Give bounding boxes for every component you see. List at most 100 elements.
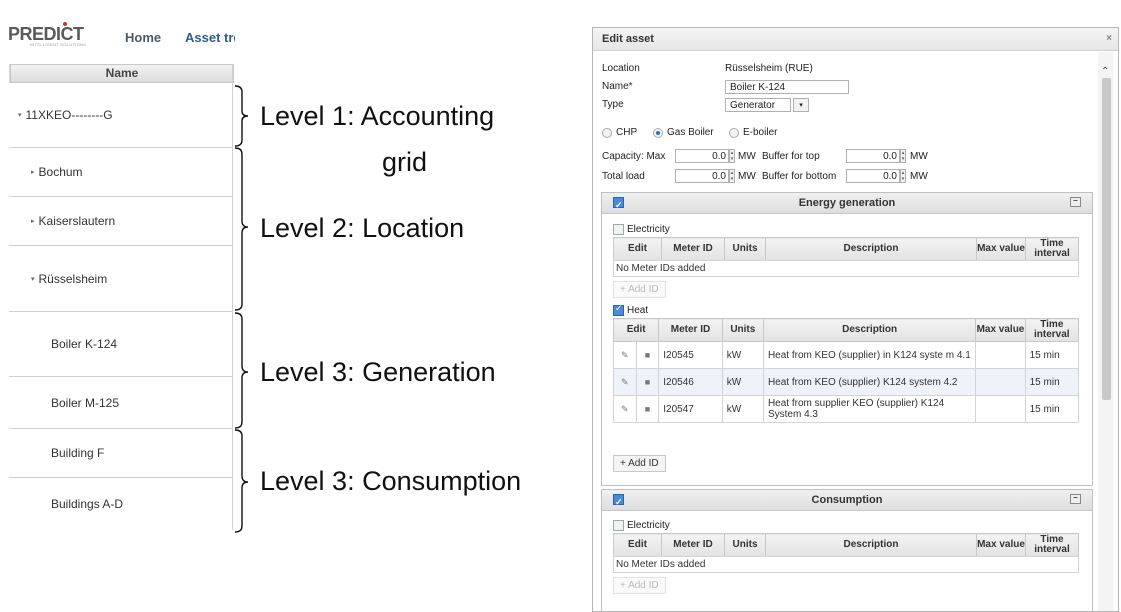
type-label: Type [602,99,624,110]
edit-pencil-icon[interactable]: ✎ [613,368,637,396]
nav-home-link[interactable]: Home [125,30,161,45]
dialog-title-bar: Edit asset × [593,28,1118,51]
cell-units: kW [721,341,764,369]
tree-row-bochum[interactable]: ▸ Bochum [9,148,233,197]
energy-generation-section: Energy generation – Electricity Edit Met… [601,192,1093,486]
con-electricity-add-button[interactable]: + Add ID [613,577,666,594]
gen-heat-add-button[interactable]: + Add ID [613,455,666,472]
tree-row-accounting-grid[interactable]: ▾ 11XKEO--------G [9,82,233,148]
gen-heat-checkbox[interactable] [613,303,624,316]
table-row[interactable]: ✎ ■ I20546 kW Heat from KEO (supplier) K… [613,368,1080,396]
dialog-title: Edit asset [602,33,654,45]
capacity-spinner[interactable]: ▴ ▾ [729,149,735,163]
col-units: Units [721,318,764,342]
cell-description: Heat from KEO (supplier) K124 system 4.2 [762,368,977,396]
col-description: Description [762,318,977,342]
total-load-unit: MW [738,171,756,182]
tree-row-label: Rüsselsheim [38,271,108,286]
collapse-icon[interactable]: – [1070,494,1081,504]
logo-text: PREDICT [8,24,84,44]
capacity-max-input[interactable]: 0.0 [675,149,729,163]
collapsed-arrow-icon[interactable]: ▸ [31,168,35,176]
col-max-value: Max value [976,237,1026,261]
tree-row-kaiserslautern[interactable]: ▸ Kaiserslautern [9,197,233,246]
capacity-label: Capacity: Max [602,151,666,162]
col-max-value: Max value [976,533,1026,557]
col-meter-id: Meter ID [658,318,723,342]
cell-max-value [975,341,1026,369]
total-load-label: Total load [602,171,645,182]
name-input[interactable]: Boiler K-124 [725,80,849,94]
cell-meter-id: I20545 [658,341,723,369]
delete-trash-icon[interactable]: ■ [635,395,660,423]
brace-level3-generation [234,312,249,429]
expanded-arrow-icon[interactable]: ▾ [18,111,22,119]
tree-row-boiler-k124[interactable]: Boiler K-124 [9,312,233,377]
asset-tree: Name [9,64,234,83]
type-select[interactable]: Generator [725,98,791,112]
annotation-level3-consumption: Level 3: Consumption [260,466,522,496]
consumption-checkbox[interactable] [613,492,624,512]
location-label: Location [602,63,640,74]
tree-row-label: Boiler K-124 [51,337,118,351]
total-load-input[interactable]: 0.0 [675,169,729,183]
tree-header-name[interactable]: Name [10,64,234,83]
tree-row-label: Building F [51,446,105,460]
total-load-spinner[interactable]: ▴ ▾ [729,169,735,183]
buffer-top-spinner[interactable]: ▴ ▾ [900,149,906,163]
annotation-level2: Level 2: Location [260,213,465,243]
radio-gas-boiler-label: Gas Boiler [667,127,714,138]
edit-asset-dialog: Edit asset × ⌃ Location Rüsselsheim (RUE… [592,27,1119,612]
col-units: Units [724,533,766,557]
level-braces [234,85,249,533]
tree-row-label: Boiler M-125 [51,395,120,410]
close-icon[interactable]: × [1106,28,1112,50]
col-units: Units [724,237,766,261]
tree-row-buildings-a-d[interactable]: Buildings A-D [9,478,233,530]
radio-gas-boiler[interactable] [653,128,663,138]
brace-level1 [234,85,249,147]
radio-e-boiler[interactable] [729,128,739,138]
collapsed-arrow-icon[interactable]: ▸ [31,217,35,225]
table-row[interactable]: ✎ ■ I20545 kW Heat from KEO (supplier) i… [613,341,1080,369]
col-time-interval: Time interval [1024,318,1080,342]
consumption-section: Consumption – Electricity Edit Meter ID … [601,489,1093,611]
consumption-title: Consumption [811,494,883,506]
tree-row-building-f[interactable]: Building F [9,429,233,478]
location-value: Rüsselsheim (RUE) [725,63,813,74]
predict-logo[interactable]: PREDICT INTELLIGENT SOLUTIONS [8,22,98,47]
edit-pencil-icon[interactable]: ✎ [613,341,637,369]
tree-row-russelsheim[interactable]: ▾ Rüsselsheim [9,246,233,312]
gen-heat-label: Heat [627,305,649,316]
cell-meter-id: I20546 [658,368,723,396]
buffer-bottom-spinner[interactable]: ▴ ▾ [900,169,906,183]
cell-description: Heat from KEO (supplier) in K124 syste m… [762,341,977,369]
vertical-scrollbar[interactable]: ⌃ [1098,52,1113,611]
scroll-thumb[interactable] [1102,78,1111,400]
buffer-bottom-input[interactable]: 0.0 [846,169,900,183]
col-edit: Edit [613,237,662,261]
edit-pencil-icon[interactable]: ✎ [613,395,637,423]
gen-heat-table: Edit Meter ID Units Description Max valu… [612,318,1080,423]
radio-chp[interactable] [602,128,612,138]
capacity-unit: MW [738,151,756,162]
gen-electricity-add-button[interactable]: + Add ID [613,281,666,298]
expanded-arrow-icon[interactable]: ▾ [31,275,35,283]
delete-trash-icon[interactable]: ■ [635,368,660,396]
nav-asset-tree-link[interactable]: Asset tre [185,30,235,45]
energy-generation-checkbox[interactable] [613,195,624,215]
gen-electricity-checkbox[interactable] [613,224,624,235]
con-electricity-checkbox[interactable] [613,520,624,531]
col-meter-id: Meter ID [661,237,725,261]
cell-description: Heat from supplier KEO (supplier) K124 S… [762,395,977,423]
dropdown-arrow-icon[interactable]: ▾ [793,98,809,112]
cell-units: kW [721,395,764,423]
scroll-up-icon[interactable]: ⌃ [1101,66,1109,77]
tree-row-boiler-m125[interactable]: Boiler M-125 [9,377,233,429]
delete-trash-icon[interactable]: ■ [635,341,660,369]
tree-row-label: 11XKEO--------G [25,107,113,122]
collapse-icon[interactable]: – [1070,197,1081,207]
table-row[interactable]: ✎ ■ I20547 kW Heat from supplier KEO (su… [613,395,1080,423]
col-description: Description [765,237,977,261]
buffer-top-input[interactable]: 0.0 [846,149,900,163]
